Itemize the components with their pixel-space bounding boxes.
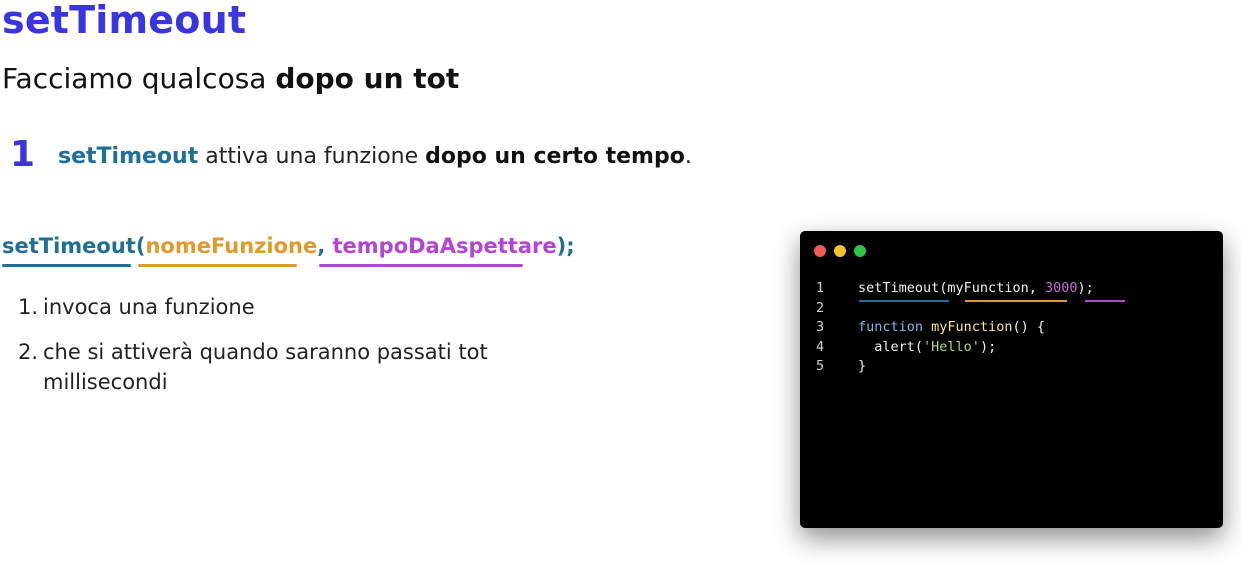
code-arg1: myFunction bbox=[947, 280, 1029, 296]
line-number: 5 bbox=[816, 358, 825, 374]
subtitle-normal: Facciamo qualcosa bbox=[2, 62, 276, 95]
step-keyword: setTimeout bbox=[58, 144, 199, 169]
code-rest: () { bbox=[1012, 319, 1045, 335]
list-item: 1. invoca una funzione bbox=[18, 292, 538, 322]
page-title: setTimeout bbox=[2, 0, 247, 42]
code-call: setTimeout bbox=[858, 280, 940, 296]
minimize-dot-icon bbox=[834, 245, 846, 257]
list-item: 2. che si attiverà quando saranno passat… bbox=[18, 337, 538, 397]
code-call-underline bbox=[859, 300, 949, 302]
line-number: 1 bbox=[816, 280, 825, 296]
line-number: 2 bbox=[816, 299, 825, 316]
list-item-number: 1. bbox=[18, 295, 39, 319]
code-keyword: function bbox=[858, 319, 924, 335]
signature-param2-underline bbox=[319, 264, 523, 267]
signature-comma: , bbox=[317, 234, 333, 258]
code-alert: alert( bbox=[858, 338, 924, 355]
code-close: ); bbox=[979, 338, 997, 355]
code-comma: , bbox=[1028, 280, 1045, 296]
step-text: setTimeout attiva una funzione dopo un c… bbox=[58, 144, 692, 169]
code-block: 1 setTimeout(myFunction, 3000); 2 3 functi… bbox=[816, 279, 1094, 377]
list-item-text: che si attiverà quando saranno passati t… bbox=[43, 340, 488, 394]
signature-name-underline bbox=[2, 264, 131, 267]
signature-param2: tempoDaAspettare bbox=[332, 234, 557, 258]
list-item-number: 2. bbox=[18, 340, 39, 364]
code-window: 1 setTimeout(myFunction, 3000); 2 3 functi… bbox=[800, 231, 1223, 528]
code-arg1-underline bbox=[965, 300, 1067, 302]
signature-end: ); bbox=[556, 234, 575, 258]
step-end: . bbox=[684, 144, 692, 169]
line-number: 4 bbox=[816, 338, 825, 355]
list-item-text: invoca una funzione bbox=[43, 295, 255, 319]
signature-name: setTimeout( bbox=[2, 234, 146, 258]
code-close: ); bbox=[1077, 280, 1094, 296]
close-dot-icon bbox=[814, 245, 826, 257]
code-arg2-underline bbox=[1085, 300, 1125, 302]
step-bold: dopo un certo tempo bbox=[425, 144, 685, 169]
step-number: 1 bbox=[10, 134, 36, 175]
step-middle: attiva una funzione bbox=[198, 144, 426, 169]
maximize-dot-icon bbox=[854, 245, 866, 257]
explanation-list: 1. invoca una funzione 2. che si attiver… bbox=[18, 292, 538, 412]
subtitle-bold: dopo un tot bbox=[275, 62, 460, 95]
subtitle: Facciamo qualcosa dopo un tot bbox=[2, 62, 459, 95]
code-brace: } bbox=[858, 358, 867, 374]
signature-param1: nomeFunzione bbox=[145, 234, 318, 258]
code-arg2: 3000 bbox=[1044, 280, 1078, 296]
function-signature: setTimeout(nomeFunzione, tempoDaAspettar… bbox=[2, 234, 575, 258]
signature-param1-underline bbox=[138, 264, 297, 267]
code-function-name: myFunction bbox=[931, 319, 1013, 335]
code-string: 'Hello' bbox=[923, 338, 980, 355]
line-number: 3 bbox=[816, 319, 825, 335]
